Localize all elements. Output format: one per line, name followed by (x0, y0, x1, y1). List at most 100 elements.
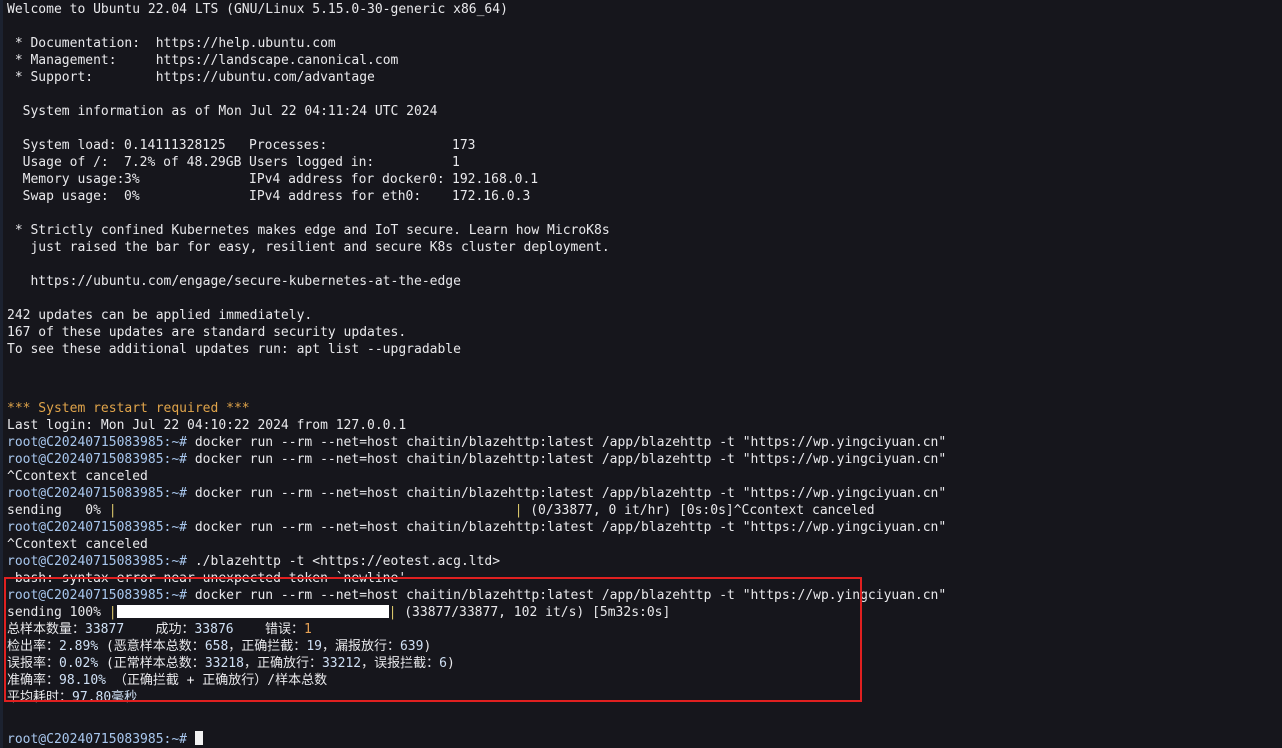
updates-available: 242 updates can be applied immediately. (7, 308, 313, 323)
sysinfo-left-label: System load: (7, 138, 117, 153)
progress-bar-left-delimiter: | (108, 503, 117, 518)
sysinfo-left-label: Swap usage: (7, 189, 109, 204)
false-positive-rate-row: 误报率：0.02% (正常样本总数：33218，正确放行：33212，误报拦截：… (7, 655, 1277, 672)
sysinfo-left-value: 0% (124, 189, 140, 204)
sysinfo-right-label: Users logged in: (249, 155, 375, 170)
spacing (234, 622, 265, 637)
restart-required-notice: *** System restart required *** (7, 401, 250, 416)
shell-prompt: root@C20240715083985:~# (7, 452, 188, 467)
motd-link-label: * Documentation: (7, 36, 141, 51)
motd-welcome: Welcome to Ubuntu 22.04 LTS (GNU/Linux 5… (7, 2, 508, 17)
command-line-highlighted: root@C20240715083985:~# docker run --rm … (7, 587, 1277, 604)
text-cursor (194, 731, 203, 745)
motd-promo-line2: just raised the bar for easy, resilient … (7, 240, 610, 255)
updates-security: 167 of these updates are standard securi… (7, 325, 407, 340)
sysinfo-row: Memory usage:3% IPv4 address for docker0:… (7, 171, 1277, 188)
avg-time-value: 97.80毫秒 (72, 690, 138, 705)
progress-prefix: sending 100% (7, 605, 109, 620)
last-login-line: Last login: Mon Jul 22 04:10:22 2024 fro… (7, 418, 407, 433)
motd-link-label: * Management: (7, 53, 117, 68)
malicious-total-value: 658 (204, 639, 229, 654)
motd-promo-url: https://ubuntu.com/engage/secure-kuberne… (7, 274, 461, 289)
command-text: docker run --rm --net=host chaitin/blaze… (187, 588, 947, 603)
command-line: root@C20240715083985:~# docker run --rm … (7, 451, 1277, 468)
detection-rate-value: 2.89% (59, 639, 99, 654)
detection-sep2: ，漏报放行： (321, 639, 400, 654)
motd-link-management: * Management: https://landscape.canonica… (7, 52, 1277, 69)
shell-prompt: root@C20240715083985:~# (7, 435, 188, 450)
sysinfo-right-label: IPv4 address for eth0: (249, 189, 422, 204)
sysinfo-row: Usage of /: 7.2% of 48.29GB Users logged i… (7, 154, 1277, 171)
fp-sep2: ，误报拦截： (361, 656, 440, 671)
shell-prompt: root@C20240715083985:~# (7, 520, 188, 535)
avg-time-label: 平均耗时： (7, 690, 73, 705)
sysinfo-right-label: IPv4 address for docker0: (249, 172, 445, 187)
bash-error-message: -bash: syntax error near unexpected toke… (7, 571, 407, 586)
normal-total-value: 33218 (204, 656, 244, 671)
success-label: 成功： (155, 622, 195, 637)
detection-rate-label: 检出率： (7, 639, 60, 654)
sysinfo-right-value: 173 (452, 138, 476, 153)
motd-link-url: https://landscape.canonical.com (155, 53, 399, 68)
progress-suffix: (0/33877, 0 it/hr) [0s:0s]^Ccontext canc… (522, 503, 875, 518)
motd-link-url: https://help.ubuntu.com (155, 36, 336, 51)
false-positive-label: 误报率： (7, 656, 60, 671)
shell-prompt: root@C20240715083985:~# (7, 486, 188, 501)
motd-link-documentation: * Documentation: https://help.ubuntu.com (7, 35, 1277, 52)
updates-hint: To see these additional updates run: apt… (7, 342, 461, 357)
shell-prompt: root@C20240715083985:~# (7, 554, 188, 569)
active-prompt-line[interactable]: root@C20240715083985:~# (7, 731, 1277, 748)
command-line: root@C20240715083985:~# ./blazehttp -t <… (7, 553, 1277, 570)
detection-sep1: ，正确拦截： (228, 639, 307, 654)
spacing (124, 622, 155, 637)
shell-prompt: root@C20240715083985:~# (7, 732, 188, 747)
result-summary-row: 总样本数量：33877 成功：33876 错误：1 (7, 621, 1277, 638)
spacing (140, 36, 156, 51)
terminal-window[interactable]: Welcome to Ubuntu 22.04 LTS (GNU/Linux 5… (0, 0, 1282, 748)
command-line: root@C20240715083985:~# docker run --rm … (7, 434, 1277, 451)
motd-link-url: https://ubuntu.com/advantage (155, 70, 375, 85)
accuracy-value: 98.10% (59, 673, 106, 688)
sysinfo-row: System load: 0.14111328125 Processes: 173 (7, 137, 1277, 154)
progress-bar-left-delimiter: | (108, 605, 117, 620)
fp-close: ) (446, 656, 455, 671)
sysinfo-left-value: 7.2% of 48.29GB (124, 155, 242, 170)
error-label: 错误： (264, 622, 304, 637)
detection-rate-row: 检出率：2.89% (恶意样本总数：658，正确拦截：19，漏报放行：639) (7, 638, 1277, 655)
accuracy-label: 准确率： (7, 673, 60, 688)
command-line: root@C20240715083985:~# docker run --rm … (7, 485, 1277, 502)
sysinfo-left-label: Memory usage: (7, 172, 125, 187)
missed-pass-value: 639 (399, 639, 424, 654)
command-text: ./blazehttp -t <https://eotest.acg.ltd> (187, 554, 501, 569)
spacing (98, 656, 106, 671)
sysinfo-right-value: 1 (452, 155, 460, 170)
context-canceled-message: ^Ccontext canceled (7, 537, 148, 552)
detection-close: ) (423, 639, 432, 654)
progress-suffix: (33877/33877, 102 it/s) [5m32s:0s] (396, 605, 671, 620)
spacing (93, 70, 156, 85)
sysinfo-right-value: 172.16.0.3 (452, 189, 531, 204)
spacing (187, 732, 195, 747)
motd-link-support: * Support: https://ubuntu.com/advantage (7, 69, 1277, 86)
command-text: docker run --rm --net=host chaitin/blaze… (187, 520, 947, 535)
command-text: docker run --rm --net=host chaitin/blaze… (187, 486, 947, 501)
sysinfo-left-value: 0.14111328125 (124, 138, 226, 153)
command-text: docker run --rm --net=host chaitin/blaze… (187, 435, 947, 450)
progress-line-complete: sending 100% | | (33877/33877, 102 it/s) … (7, 604, 1277, 621)
terminal-output: Welcome to Ubuntu 22.04 LTS (GNU/Linux 5… (7, 1, 1277, 748)
motd-promo-line1: * Strictly confined Kubernetes makes edg… (7, 223, 610, 238)
spacing (98, 639, 106, 654)
spacing (117, 53, 156, 68)
sysinfo-left-label: Usage of /: (7, 155, 109, 170)
context-canceled-message: ^Ccontext canceled (7, 469, 148, 484)
terminal-left-gutter (0, 0, 3, 748)
progress-bar-track (117, 504, 515, 516)
command-line: root@C20240715083985:~# docker run --rm … (7, 519, 1277, 536)
